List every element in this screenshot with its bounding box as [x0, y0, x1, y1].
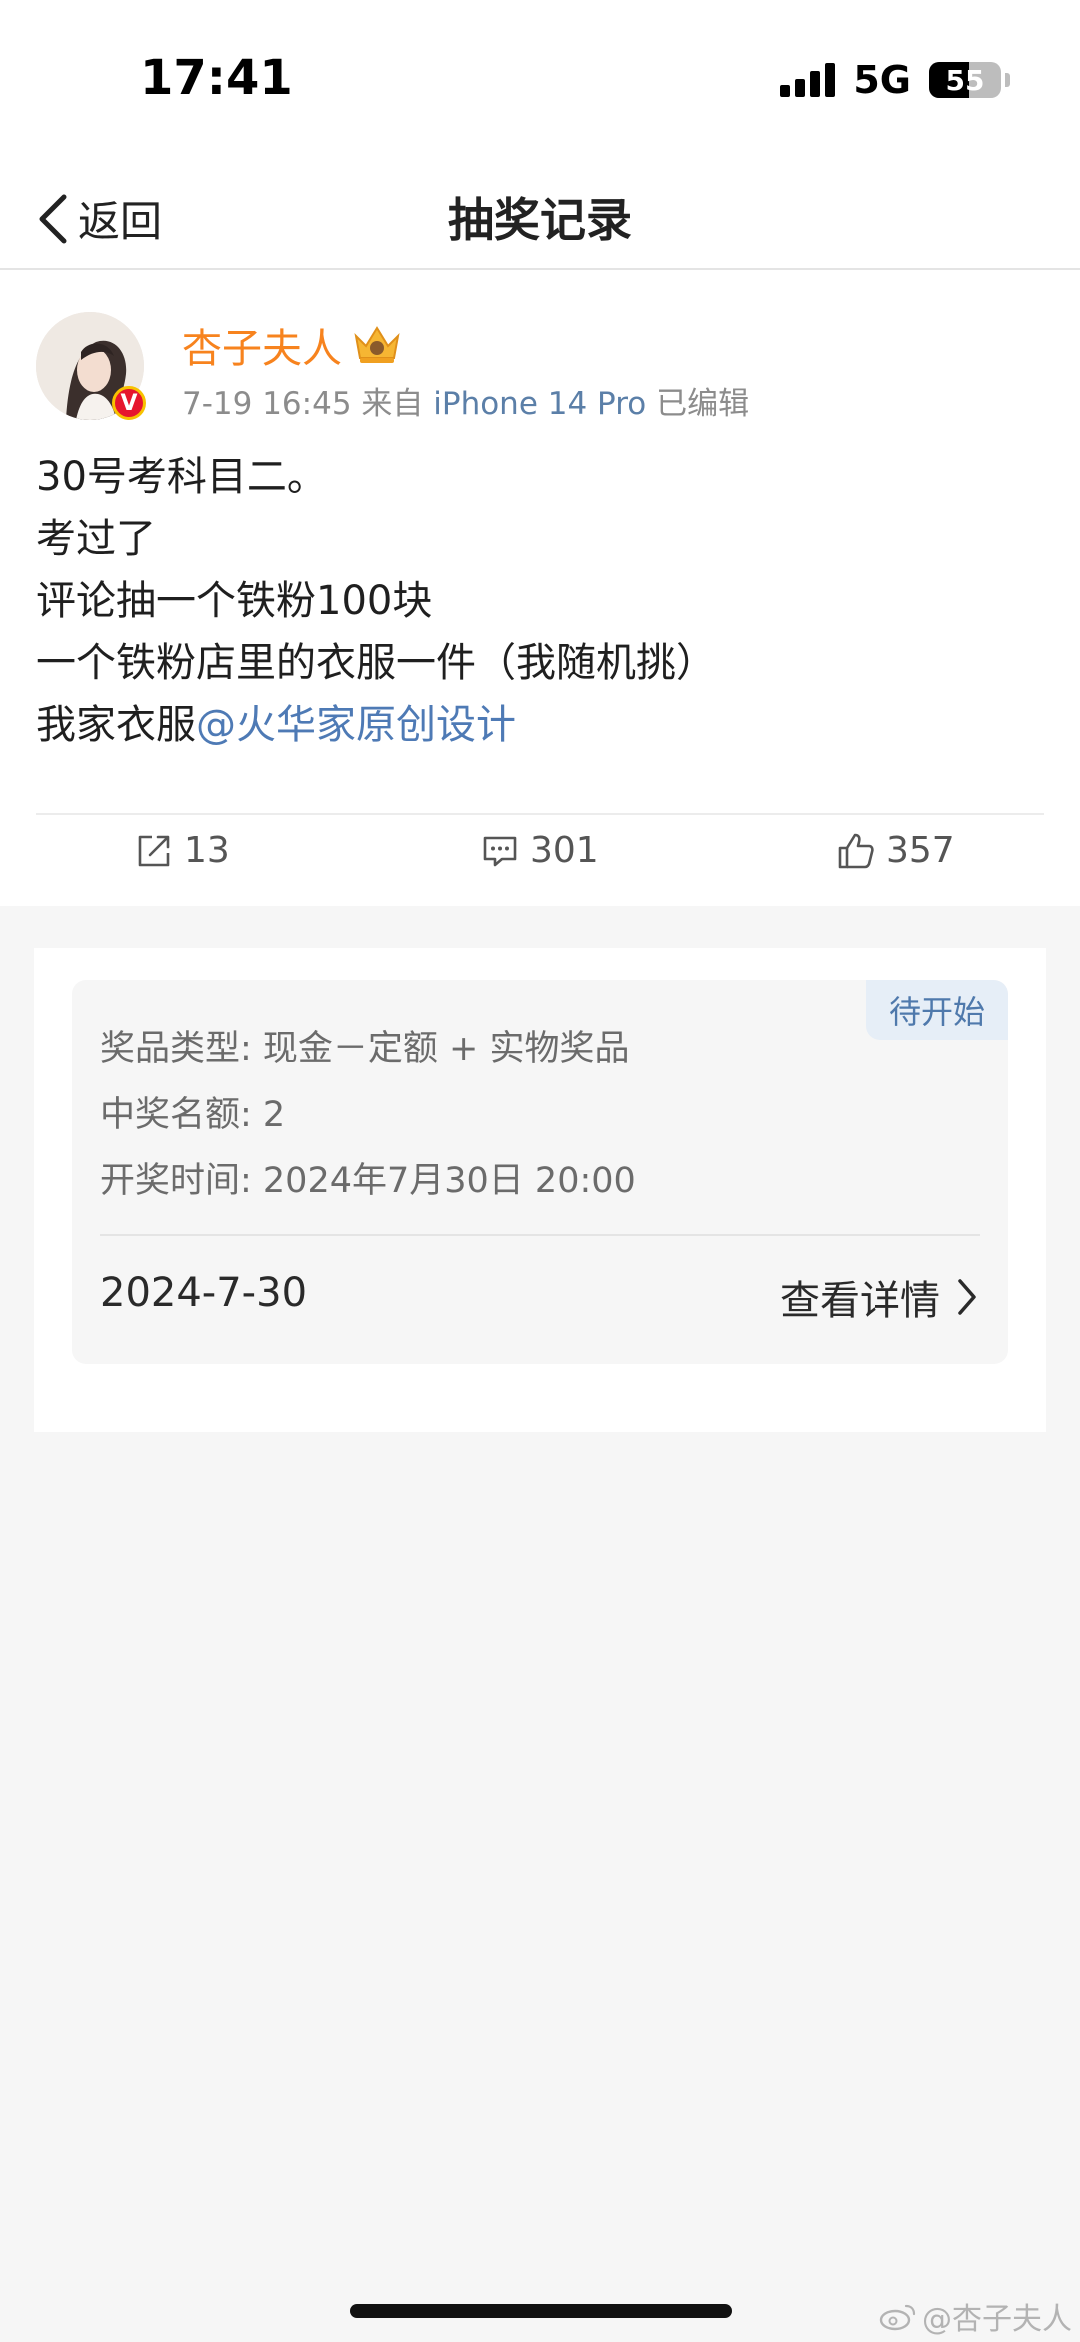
post-actions: 13 301 357 [0, 830, 1080, 890]
edited-label: 已编辑 [656, 386, 750, 422]
lottery-card[interactable]: 待开始 奖品类型: 现金－定额 + 实物奖品 中奖名额: 2 开奖时间: 202… [72, 980, 1008, 1364]
status-badge: 待开始 [866, 980, 1008, 1040]
lottery-divider [100, 1234, 980, 1236]
top-area: 17:41 5G 55 返回 抽奖记录 [0, 0, 1080, 270]
like-count: 357 [886, 830, 955, 871]
comment-icon [483, 836, 517, 866]
watermark: @杏子夫人 [878, 2294, 1072, 2338]
network-type: 5G [853, 58, 911, 102]
view-details-label: 查看详情 [780, 1278, 940, 1324]
chevron-right-icon [958, 1279, 976, 1315]
status-time: 17:41 [140, 50, 293, 106]
crown-icon [354, 326, 400, 363]
post-source[interactable]: iPhone 14 Pro [433, 386, 646, 422]
comment-count: 301 [530, 830, 599, 871]
avatar[interactable]: V [36, 312, 146, 420]
post-meta: 7-19 16:45 来自 iPhone 14 Pro 已编辑 [182, 378, 749, 423]
nav-bar: 返回 抽奖记录 [0, 170, 1080, 270]
prize-type: 奖品类型: 现金－定额 + 实物奖品 [100, 1029, 630, 1069]
lottery-section: 待开始 奖品类型: 现金－定额 + 实物奖品 中奖名额: 2 开奖时间: 202… [34, 948, 1046, 1432]
repost-icon [138, 835, 170, 866]
content-line: 我家衣服@火华家原创设计 [36, 694, 1036, 756]
battery-icon: 55 [929, 62, 1001, 98]
thumbs-up-icon [838, 833, 874, 868]
watermark-text: @杏子夫人 [922, 2302, 1072, 2337]
comment-button[interactable]: 301 [480, 830, 599, 871]
battery-tip [1005, 73, 1010, 87]
draw-time: 开奖时间: 2024年7月30日 20:00 [100, 1161, 636, 1201]
like-button[interactable]: 357 [836, 830, 955, 871]
verified-badge: V [112, 386, 146, 420]
weibo-logo-icon [879, 2304, 916, 2331]
status-icons: 5G 55 [780, 58, 1010, 102]
repost-button[interactable]: 13 [134, 830, 230, 871]
content-line: 一个铁粉店里的衣服一件（我随机挑） [36, 640, 716, 686]
battery-percent: 55 [945, 63, 985, 97]
content-line: 评论抽一个铁粉100块 [36, 578, 433, 624]
source-prefix: 来自 [361, 386, 424, 422]
home-indicator[interactable] [350, 2304, 732, 2318]
view-details-button[interactable]: 查看详情 [780, 1268, 980, 1326]
content-line: 考过了 [36, 516, 156, 562]
post-time: 7-19 16:45 [182, 386, 352, 422]
author-name[interactable]: 杏子夫人 [182, 316, 342, 374]
content-text: 我家衣服 [36, 702, 196, 748]
repost-count: 13 [184, 830, 230, 871]
lottery-date: 2024-7-30 [100, 1270, 308, 1316]
actions-divider [36, 813, 1044, 815]
mention-link[interactable]: @火华家原创设计 [196, 702, 516, 748]
signal-icon [780, 63, 836, 97]
page-title: 抽奖记录 [448, 193, 632, 247]
post-card[interactable]: V 杏子夫人 7-19 16:45 来自 iPhone 14 Pro 已编辑 3… [0, 270, 1080, 906]
winner-count: 中奖名额: 2 [100, 1095, 286, 1135]
post-content: 30号考科目二。 考过了 评论抽一个铁粉100块 一个铁粉店里的衣服一件（我随机… [36, 446, 1036, 756]
content-line: 30号考科目二。 [36, 454, 327, 500]
